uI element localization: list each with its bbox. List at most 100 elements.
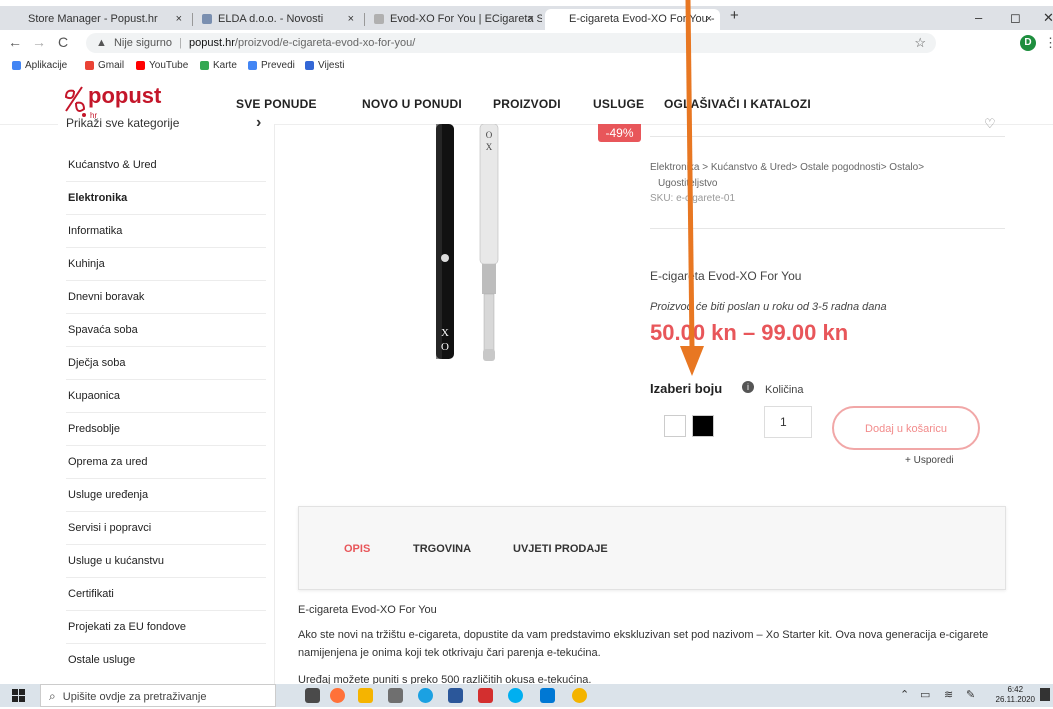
wishlist-heart-icon[interactable]: ♡ xyxy=(984,116,996,132)
product-sku: SKU: e-cigarete-01 xyxy=(650,193,736,204)
profile-avatar[interactable]: D xyxy=(1020,35,1036,51)
reload-button[interactable]: C xyxy=(58,34,68,50)
shipping-note: Proizvod će biti poslan u roku od 3-5 ra… xyxy=(650,301,887,313)
windows-taskbar: ⌕ Upišite ovdje za pretraživanje ⌃ ▭ ≋ ✎… xyxy=(0,684,1053,707)
menu-novo-u-ponudi[interactable]: NOVO U PONUDI xyxy=(362,97,462,111)
store-icon[interactable] xyxy=(388,688,403,703)
sidebar-item-djecja-soba[interactable]: Dječja soba xyxy=(66,347,266,380)
url-domain: popust.hr xyxy=(189,37,235,49)
windows-start-icon[interactable] xyxy=(12,689,25,702)
tab-trgovina[interactable]: TRGOVINA xyxy=(413,543,471,555)
tab-close-icon[interactable]: × xyxy=(706,9,712,30)
tab-title: Store Manager - Popust.hr xyxy=(28,13,158,25)
swatch-black[interactable] xyxy=(692,415,714,437)
sidebar-item-predsoblje[interactable]: Predsoblje xyxy=(66,413,266,446)
bookmark-prevedi[interactable]: Prevedi xyxy=(248,56,295,76)
url-path: /proizvod/e-cigareta-evod-xo-for-you/ xyxy=(234,37,416,49)
quantity-label: Količina xyxy=(765,384,804,396)
file-explorer-icon[interactable] xyxy=(358,688,373,703)
tab-close-icon[interactable]: × xyxy=(528,9,534,30)
sidebar-item-elektronika[interactable]: Elektronika xyxy=(66,182,266,215)
firefox-icon[interactable] xyxy=(330,688,345,703)
tab-favicon xyxy=(202,14,212,25)
forward-button[interactable]: → xyxy=(32,34,46,50)
word-icon[interactable] xyxy=(448,688,463,703)
product-price: 50.00 kn – 99.00 kn xyxy=(650,320,849,345)
sidebar-item-usluge-uredenja[interactable]: Usluge uređenja xyxy=(66,479,266,512)
sidebar-item-certifikati[interactable]: Certifikati xyxy=(66,578,266,611)
browser-menu-icon[interactable]: ⋮ xyxy=(1044,35,1053,51)
color-select-label: Izaberi boju xyxy=(650,381,723,396)
tab-favicon xyxy=(553,14,563,25)
tray-chevron-icon[interactable]: ⌃ xyxy=(900,688,909,701)
new-tab-button[interactable]: + xyxy=(730,7,739,24)
skype-icon[interactable] xyxy=(508,688,523,703)
svg-text:X: X xyxy=(486,142,493,152)
tab-active-ecigareta[interactable]: E-cigareta Evod-XO For You - × xyxy=(545,9,720,30)
tab-elda[interactable]: ELDA d.o.o. - Novosti × xyxy=(194,9,362,30)
tab-store-manager[interactable]: Store Manager - Popust.hr × xyxy=(4,9,190,30)
minimize-button[interactable]: – xyxy=(975,10,982,25)
tab-evod-shop[interactable]: Evod-XO For You | ECigareta Sho × xyxy=(366,9,542,30)
tab-favicon xyxy=(12,14,22,24)
browser-tab-bar: Store Manager - Popust.hr × ELDA d.o.o. … xyxy=(0,6,1053,30)
menu-sve-ponude[interactable]: SVE PONUDE xyxy=(236,97,317,111)
svg-text:O: O xyxy=(486,130,493,140)
task-view-icon[interactable] xyxy=(305,688,320,703)
tab-uvjeti-prodaje[interactable]: UVJETI PRODAJE xyxy=(513,543,608,555)
gmail-icon xyxy=(85,60,94,70)
tab-close-icon[interactable]: × xyxy=(348,9,354,30)
edge-icon[interactable] xyxy=(418,688,433,703)
tab-opis[interactable]: OPIS xyxy=(344,543,370,555)
outlook-icon[interactable] xyxy=(540,688,555,703)
all-categories-toggle[interactable]: Prikaži sve kategorije › xyxy=(58,116,274,132)
sidebar-item-eu-fondovi[interactable]: Projekati za EU fondove xyxy=(66,611,266,644)
quantity-input[interactable]: 1 xyxy=(764,406,812,438)
compare-link[interactable]: + Usporedi xyxy=(905,455,954,466)
menu-usluge[interactable]: USLUGE xyxy=(593,97,644,111)
bookmark-vijesti[interactable]: Vijesti xyxy=(305,56,345,76)
description-more: Uređaj možete puniti s preko 500 različi… xyxy=(298,674,592,684)
site-logo[interactable]: popust hr xyxy=(60,81,180,120)
sidebar-item-spavaca-soba[interactable]: Spavaća soba xyxy=(66,314,266,347)
product-image[interactable]: X O O X xyxy=(420,124,530,369)
maximize-button[interactable]: ◻ xyxy=(1010,10,1021,26)
sidebar-item-informatika[interactable]: Informatika xyxy=(66,215,266,248)
sidebar-item-ostale-usluge[interactable]: Ostale usluge xyxy=(66,644,266,676)
info-icon[interactable]: i xyxy=(742,381,754,393)
sidebar-item-kuhinja[interactable]: Kuhinja xyxy=(66,248,266,281)
close-window-button[interactable]: ✕ xyxy=(1043,10,1053,26)
tab-close-icon[interactable]: × xyxy=(176,9,182,30)
bookmark-youtube[interactable]: YouTube xyxy=(136,56,188,76)
bookmark-gmail[interactable]: Gmail xyxy=(85,56,124,76)
tab-favicon xyxy=(374,14,384,25)
sidebar-item-kucanstvo[interactable]: Kućanstvo & Ured xyxy=(66,149,266,182)
youtube-icon xyxy=(136,60,145,70)
menu-proizvodi[interactable]: PROIZVODI xyxy=(493,97,561,111)
swatch-white[interactable] xyxy=(664,415,686,437)
svg-text:O: O xyxy=(441,341,449,353)
sidebar-item-oprema-za-ured[interactable]: Oprema za ured xyxy=(66,446,266,479)
add-to-cart-button[interactable]: Dodaj u košaricu xyxy=(832,406,980,450)
taskbar-search[interactable]: ⌕ Upišite ovdje za pretraživanje xyxy=(40,684,276,707)
star-icon[interactable]: ☆ xyxy=(914,33,926,53)
logo-text: popust xyxy=(88,83,162,108)
pen-icon[interactable]: ✎ xyxy=(966,688,975,701)
taskbar-clock[interactable]: 6:42 26.11.2020 xyxy=(996,685,1035,705)
svg-text:X: X xyxy=(441,327,449,339)
bookmark-apps[interactable]: Aplikacije xyxy=(12,56,67,76)
battery-icon[interactable]: ▭ xyxy=(920,688,930,701)
sidebar-item-kupaonica[interactable]: Kupaonica xyxy=(66,380,266,413)
sidebar-item-dnevni-boravak[interactable]: Dnevni boravak xyxy=(66,281,266,314)
back-button[interactable]: ← xyxy=(8,34,22,50)
menu-oglasivaci[interactable]: OGLAŠIVAČI I KATALOZI xyxy=(664,97,811,111)
acrobat-icon[interactable] xyxy=(478,688,493,703)
wifi-icon[interactable]: ≋ xyxy=(944,688,953,701)
chrome-icon[interactable] xyxy=(572,688,587,703)
sidebar-item-usluge-u-kucanstvu[interactable]: Usluge u kućanstvu xyxy=(66,545,266,578)
sidebar-item-servisi[interactable]: Servisi i popravci xyxy=(66,512,266,545)
address-bar[interactable]: ▲ Nije sigurno | popust.hr/proizvod/e-ci… xyxy=(86,33,936,53)
address-row: ← → C ▲ Nije sigurno | popust.hr/proizvo… xyxy=(0,30,1053,57)
bookmark-karte[interactable]: Karte xyxy=(200,56,237,76)
notifications-icon[interactable] xyxy=(1040,688,1050,701)
